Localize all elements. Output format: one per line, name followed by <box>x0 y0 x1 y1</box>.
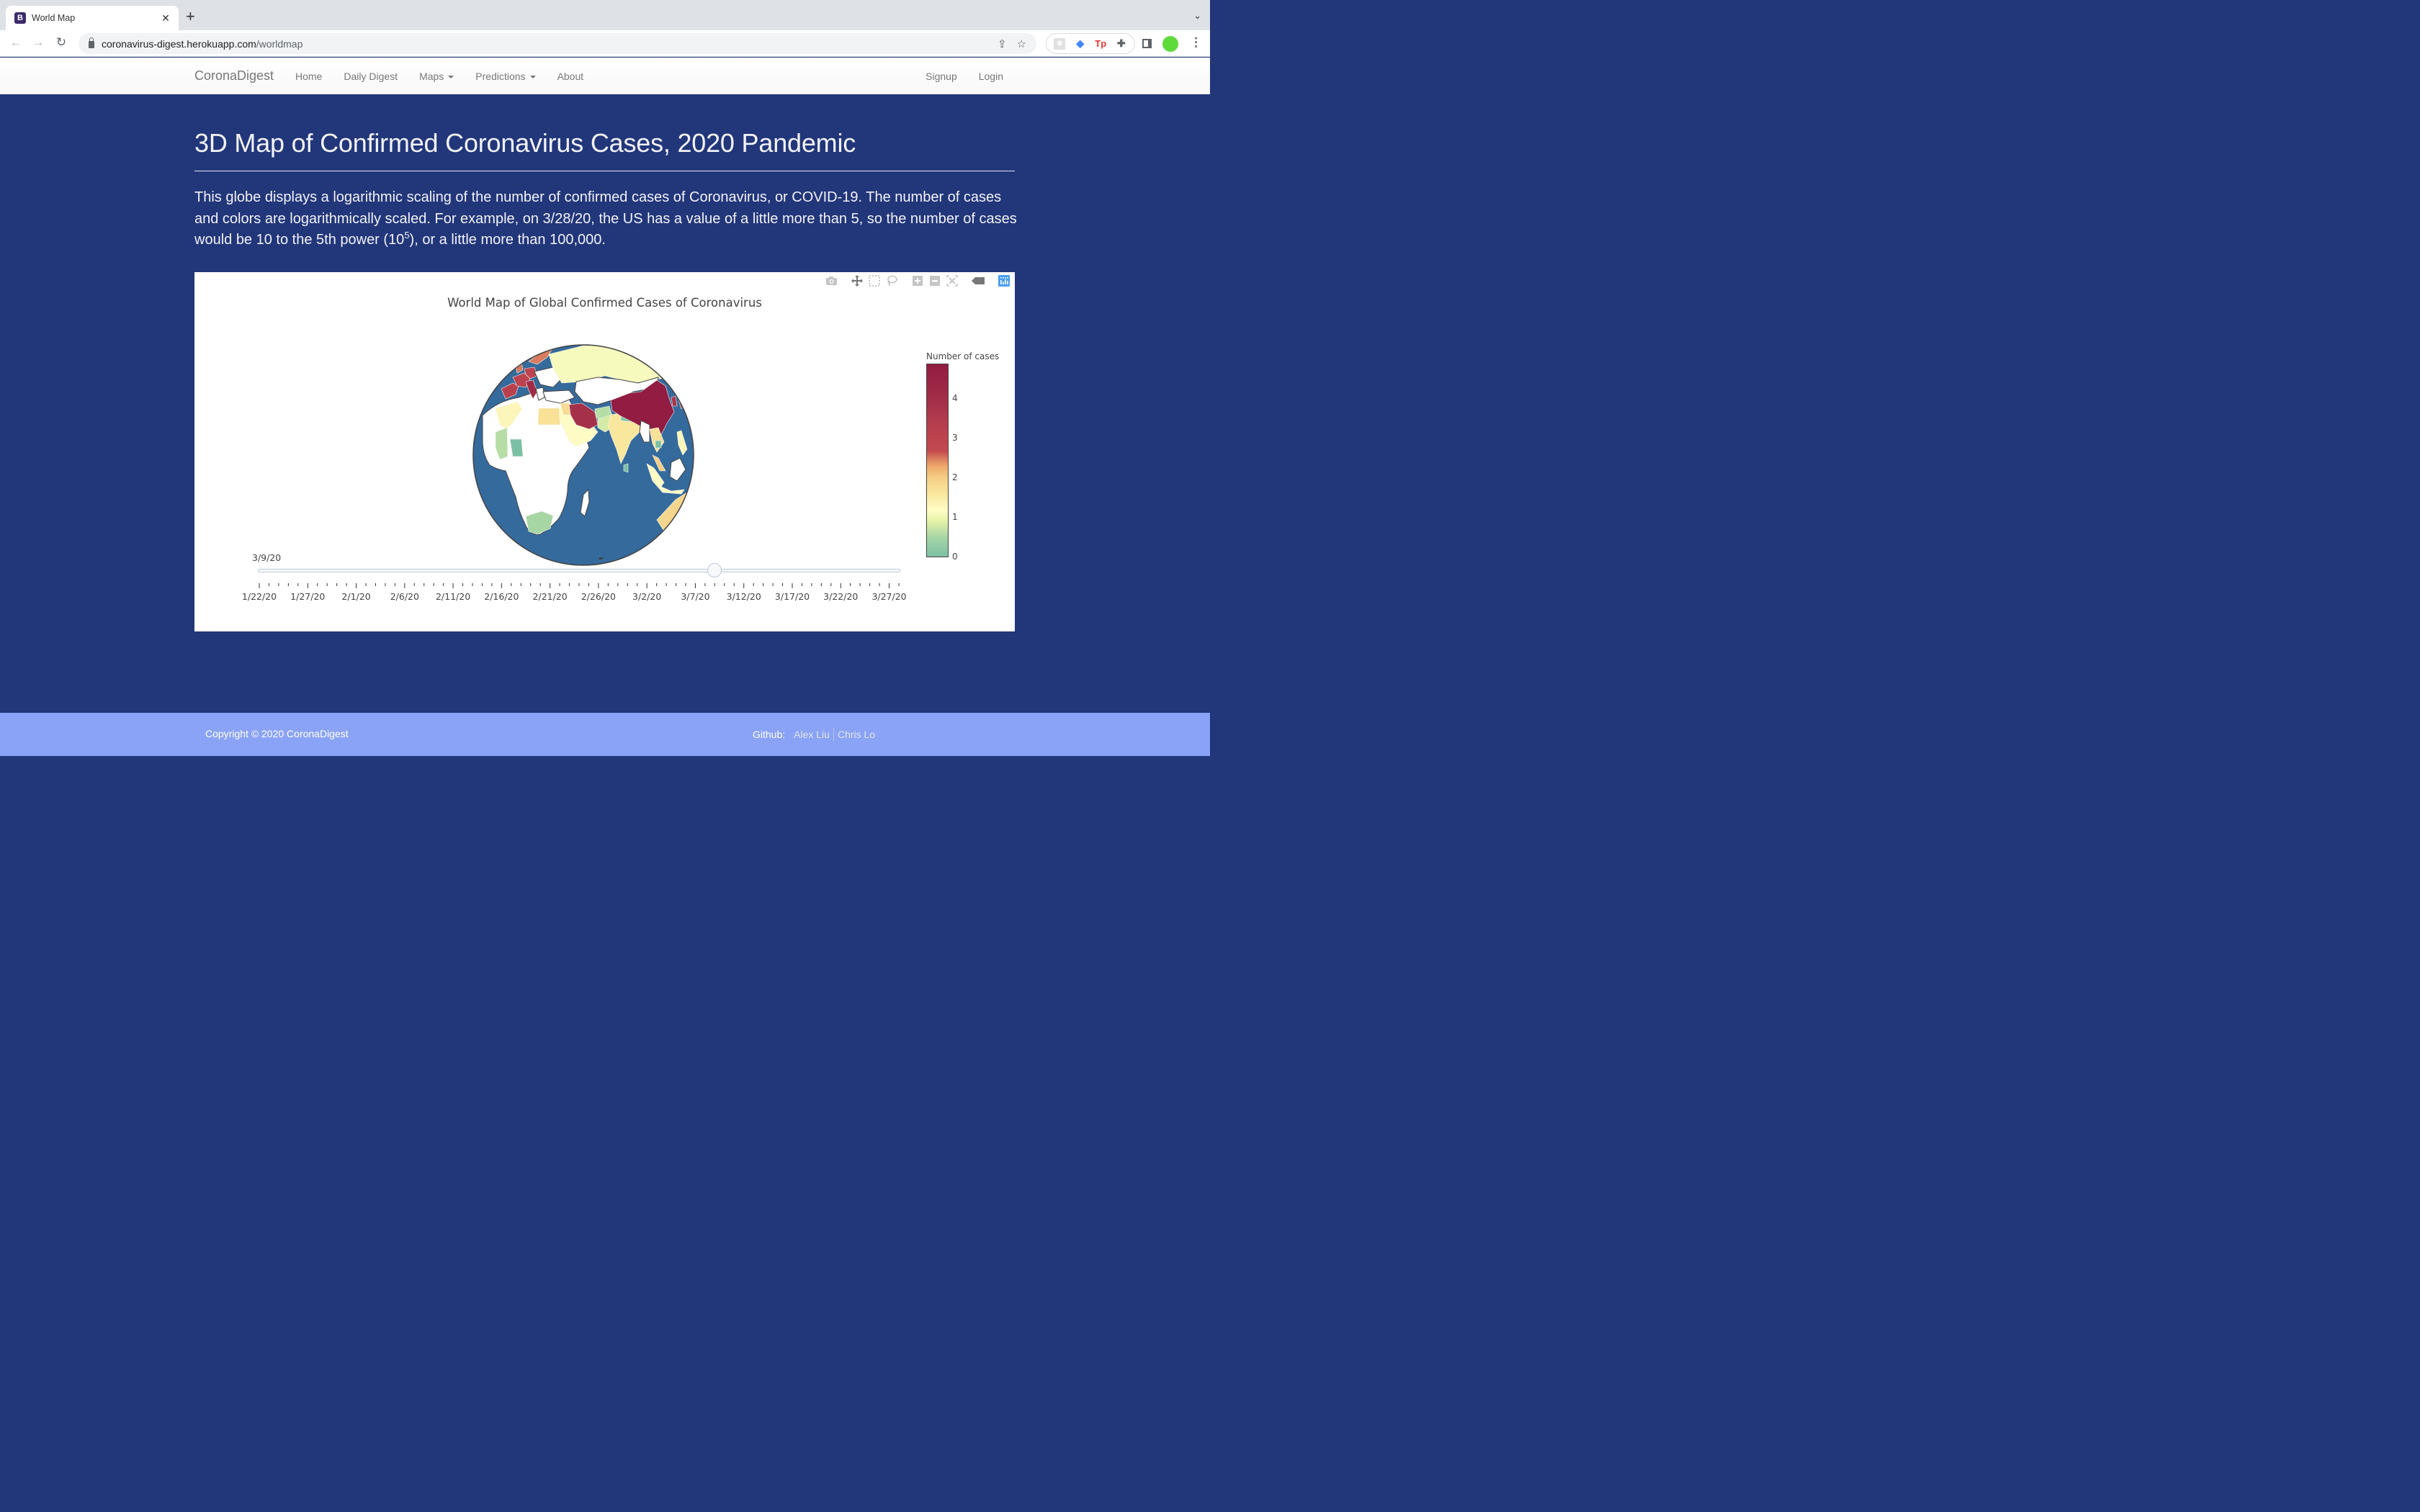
slider-tick-label[interactable]: 3/12/20 <box>727 591 761 602</box>
link-separator <box>833 728 834 741</box>
nav-link-about[interactable]: About <box>547 71 595 82</box>
slider-tick-label[interactable]: 2/26/20 <box>581 591 616 602</box>
slider-tick-label[interactable]: 3/7/20 <box>681 591 709 602</box>
nav-link-label: About <box>557 70 584 82</box>
site-navbar: CoronaDigest Home Daily Digest Maps Predict… <box>0 58 1210 94</box>
brand-link[interactable]: CoronaDigest <box>194 68 274 84</box>
tab-title: World Map <box>32 13 76 23</box>
tab-search-chevron-icon[interactable]: ⌄ <box>1193 10 1201 22</box>
nav-links: Home Daily Digest Maps Predictions About <box>284 58 594 94</box>
nav-link-label: Home <box>295 70 323 82</box>
forward-icon[interactable]: → <box>30 36 46 48</box>
globe-map[interactable] <box>468 340 699 570</box>
region-sri-lanka[interactable] <box>623 463 629 473</box>
browser-tab-strip: B World Map ✕ + ⌄ <box>0 0 1210 30</box>
zoom-out-icon[interactable] <box>928 275 941 287</box>
url-path: /worldmap <box>256 37 303 50</box>
region-cambodia[interactable] <box>655 440 662 449</box>
nav-link-label: Signup <box>926 70 957 82</box>
slider-tick-label[interactable]: 1/27/20 <box>290 591 325 602</box>
nav-link-daily-digest[interactable]: Daily Digest <box>333 71 408 82</box>
github-links: Github: Alex Liu Chris Lo <box>753 728 875 741</box>
close-tab-icon[interactable]: ✕ <box>160 12 171 24</box>
colorbar-tick-label: 0 <box>952 552 958 562</box>
lasso-icon[interactable] <box>885 275 898 287</box>
caret-down-icon <box>448 75 454 78</box>
plotly-graph: World Map of Global Confirmed Cases of C… <box>194 272 1015 631</box>
slider-tick-label[interactable]: 3/22/20 <box>823 591 858 602</box>
plot-modebar <box>820 274 1010 287</box>
colorbar-tick-label: 1 <box>952 512 958 523</box>
date-slider-rail[interactable] <box>258 569 900 572</box>
nav-auth-links: Signup Login <box>915 58 1014 94</box>
nav-link-label: Predictions <box>475 70 526 82</box>
region-egypt[interactable] <box>537 408 561 426</box>
address-bar[interactable]: coronavirus-digest.herokuapp.com/worldma… <box>79 33 1036 54</box>
slider-tick-label[interactable]: 3/27/20 <box>871 591 906 602</box>
colorbar-tick-label: 3 <box>952 433 958 444</box>
browser-tab[interactable]: B World Map ✕ <box>6 6 179 30</box>
slider-tick-label[interactable]: 2/21/20 <box>533 591 568 602</box>
slider-current-value: 3/9/20 <box>252 552 282 563</box>
share-icon[interactable]: ⇪ <box>998 37 1007 50</box>
bootstrap-favicon-icon: B <box>14 12 26 24</box>
region-russia[interactable] <box>548 345 685 384</box>
nav-auth-signup[interactable]: Signup <box>915 71 968 82</box>
nav-link-maps[interactable]: Maps <box>408 71 465 82</box>
browser-toolbar: ← → ↻ coronavirus-digest.herokuapp.com/w… <box>0 30 1210 57</box>
github-label: Github: <box>753 729 786 740</box>
description-paragraph: This globe displays a logarithmic scalin… <box>194 187 1019 251</box>
page-title: 3D Map of Confirmed Coronavirus Cases, 2… <box>194 128 856 158</box>
caret-down-icon <box>529 75 536 78</box>
tp-extension-icon[interactable]: Tp <box>1095 38 1106 50</box>
chart-title: World Map of Global Confirmed Cases of C… <box>447 296 762 310</box>
colorbar-title: Number of cases <box>926 351 1000 361</box>
profile-avatar[interactable] <box>1162 36 1178 52</box>
camera-icon[interactable] <box>825 275 838 287</box>
nav-link-home[interactable]: Home <box>284 71 333 82</box>
slider-tick-label[interactable]: 1/22/20 <box>242 591 277 602</box>
nav-link-predictions[interactable]: Predictions <box>465 71 546 82</box>
star-icon[interactable]: ☆ <box>1017 37 1026 50</box>
colorbar <box>926 364 949 557</box>
colorbar-tick-label: 4 <box>952 393 958 404</box>
side-panel-icon[interactable] <box>1142 39 1152 48</box>
plotly-logo-icon[interactable] <box>998 275 1010 287</box>
date-slider-handle[interactable] <box>707 563 722 577</box>
nav-link-label: Login <box>978 70 1003 82</box>
slider-tick-label[interactable]: 2/1/20 <box>341 591 370 602</box>
slider-tick-label[interactable]: 2/6/20 <box>390 591 419 602</box>
author-link-chris-lo[interactable]: Chris Lo <box>838 729 875 740</box>
react-devtools-icon[interactable]: ⚛ <box>1054 37 1066 50</box>
back-icon[interactable]: ← <box>8 36 24 48</box>
extension-icon[interactable]: ◆ <box>1075 37 1086 50</box>
puzzle-icon[interactable]: ✚ <box>1116 37 1127 50</box>
slider-tick-label[interactable]: 2/11/20 <box>436 591 470 602</box>
reset-view-icon[interactable] <box>946 275 959 287</box>
zoom-in-icon[interactable] <box>911 275 924 287</box>
copyright-text: Copyright © 2020 CoronaDigest <box>205 728 349 739</box>
slider-tick-label[interactable]: 3/2/20 <box>632 591 661 602</box>
lock-icon[interactable] <box>89 37 94 48</box>
nav-link-label: Daily Digest <box>344 70 398 82</box>
slider-tick-label[interactable]: 2/16/20 <box>484 591 519 602</box>
description-text-end: ), or a little more than 100,000. <box>409 232 606 248</box>
hover-label-icon[interactable] <box>972 275 985 287</box>
reload-icon[interactable]: ↻ <box>53 36 69 48</box>
nav-link-label: Maps <box>419 70 444 82</box>
extensions-group: ⚛ ◆ Tp ✚ <box>1046 33 1135 54</box>
slider-tick-label[interactable]: 3/17/20 <box>775 591 810 602</box>
menu-icon[interactable]: ⋮ <box>1190 36 1202 48</box>
pan-icon[interactable] <box>851 275 864 287</box>
nav-auth-login[interactable]: Login <box>968 71 1014 82</box>
author-link-alex-liu[interactable]: Alex Liu <box>794 729 830 740</box>
site-footer: Copyright © 2020 CoronaDigest Github: Al… <box>0 713 1210 756</box>
box-select-icon[interactable] <box>868 275 881 287</box>
colorbar-tick-label: 2 <box>952 472 958 483</box>
description-superscript: 5 <box>404 230 410 240</box>
url-host: coronavirus-digest.herokuapp.com <box>102 37 256 50</box>
new-tab-icon[interactable]: + <box>186 9 195 24</box>
